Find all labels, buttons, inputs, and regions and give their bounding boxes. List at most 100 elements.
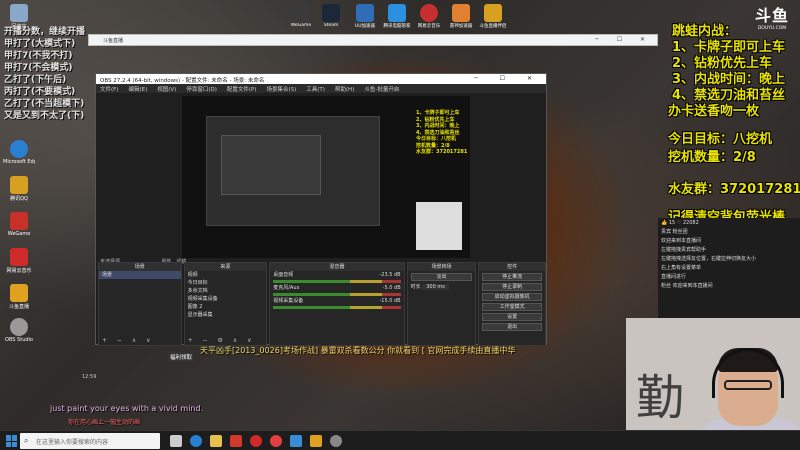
menu-douyu[interactable]: 斗鱼-批量开启: [364, 85, 399, 93]
stream-time: 12:59: [82, 374, 97, 380]
chat-line: 粉丝 欢迎来到本直播间: [661, 283, 713, 289]
desktop-icon-obs[interactable]: OBS Studio: [3, 318, 35, 343]
source-item[interactable]: 图像 2: [185, 303, 267, 311]
wegame-icon[interactable]: [230, 435, 242, 447]
obs-icon[interactable]: [330, 435, 342, 447]
desktop-icon-douyu[interactable]: 斗鱼直播: [3, 284, 35, 310]
qq-icon[interactable]: [290, 435, 302, 447]
controls-panel: 控件 停止推流 停止录制 启动虚拟摄像机 工作室模式 设置 退出: [478, 262, 546, 346]
menu-help[interactable]: 帮助(H): [335, 85, 354, 93]
desktop-icon-top-2[interactable]: Steam: [322, 4, 340, 28]
chat-line: 右上角有设置菜单: [661, 265, 702, 271]
edge-icon[interactable]: [190, 435, 202, 447]
overlay-group: 水友群：372017281: [668, 182, 800, 197]
exit-button[interactable]: 退出: [482, 323, 542, 331]
source-item[interactable]: 显示器采集: [185, 311, 267, 319]
obs-titlebar[interactable]: OBS 27.2.4 (64-bit, windows) - 配置文件: 未命名…: [96, 74, 546, 84]
chat-line: 贵宾 粉丝团: [661, 229, 688, 235]
transition-select[interactable]: 淡出: [410, 273, 473, 281]
preview-webcam: [416, 202, 462, 250]
desktop-icon-recycle-bin[interactable]: 回收站: [3, 4, 35, 30]
transitions-header: 场景转场: [407, 263, 476, 271]
chat-panel: 👍 15 ♡ 22082 贵宾 粉丝团 欢迎来到本直播间 左键拖拽贵宾帮助手 左…: [658, 218, 800, 318]
volume-meter[interactable]: [273, 280, 401, 283]
desktop-icon-netease[interactable]: 网易云音乐: [3, 248, 35, 274]
menu-edit[interactable]: 编辑(E): [128, 85, 147, 93]
folder-icon[interactable]: [210, 435, 222, 447]
edge-icon: [10, 140, 28, 158]
netease-music-icon: [10, 248, 28, 266]
preview-nested-window: [206, 116, 380, 226]
task-view-icon[interactable]: [170, 435, 182, 447]
chat-line: 欢迎来到本直播间: [661, 238, 702, 244]
stop-recording-button[interactable]: 停止录制: [482, 283, 542, 291]
desktop-icon-qq[interactable]: 腾讯QQ: [3, 176, 35, 202]
stop-streaming-button[interactable]: 停止推流: [482, 273, 542, 281]
desktop-icon-edge[interactable]: Microsoft Edge: [3, 140, 35, 165]
menu-scene-collection[interactable]: 场景集合(S): [266, 85, 296, 93]
taskbar: ⌕ 在这里输入你要搜索的内容: [0, 430, 800, 450]
menu-file[interactable]: 文件(F): [100, 85, 118, 93]
chat-line: 左键拖拽选择友位置，右键拉伸切换友大小: [661, 256, 757, 262]
mixer-panel: 混音器 桌面音频 -23.5 dB 麦克风/Aux -5.0 dB 视频采集设备…: [269, 262, 405, 346]
menu-tools[interactable]: 工具(T): [306, 85, 325, 93]
obs-window[interactable]: OBS 27.2.4 (64-bit, windows) - 配置文件: 未命名…: [95, 73, 547, 346]
sources-header: 来源: [184, 263, 267, 271]
obs-icon: [10, 318, 28, 336]
volume-meter[interactable]: [273, 306, 401, 309]
preview-line: 水友群：372017281: [416, 149, 468, 155]
windows-start-icon[interactable]: [6, 435, 18, 447]
channel-name: 视频采集设备: [273, 298, 304, 304]
netease-icon[interactable]: [270, 435, 282, 447]
browser-window[interactable]: 斗鱼直播 ─ ☐ ✕: [88, 34, 658, 46]
duration-row: 时长 300 ms: [408, 283, 476, 291]
douyu-icon: [10, 284, 28, 302]
obs-window-controls[interactable]: ─ ☐ ✕: [474, 75, 542, 82]
source-item[interactable]: 多余文档: [185, 287, 267, 295]
netease-music-icon[interactable]: [250, 435, 262, 447]
desktop-icon-top-7[interactable]: 斗鱼直播伴侣: [480, 4, 507, 29]
sources-toolbar[interactable]: + − ⚙ ∧ ∨: [185, 337, 267, 345]
menu-view[interactable]: 视图(V): [157, 85, 176, 93]
source-item[interactable]: 视频: [185, 271, 267, 279]
settings-button[interactable]: 设置: [482, 313, 542, 321]
volume-meter[interactable]: [273, 293, 401, 296]
mixer-header: 混音器: [270, 263, 404, 271]
desktop-icon-top-4[interactable]: 腾讯电脑管家: [384, 4, 411, 29]
channel-name: 麦克风/Aux: [273, 285, 300, 291]
lyrics-chinese: 你在用心画上一幅生动的画: [68, 419, 141, 426]
channel-db: -23.5 dB: [379, 272, 401, 278]
source-item[interactable]: 视频采集设备: [185, 295, 267, 303]
logo-sub: DOUYU.COM: [757, 26, 787, 31]
obs-preview[interactable]: 1、卡牌子即可上车 2、钻粉优先上车 3、内战时间：晚上 4、禁选刀油和苔丝 今…: [182, 96, 470, 258]
transitions-panel: 场景转场 淡出 时长 300 ms: [406, 262, 477, 346]
virtual-camera-button[interactable]: 启动虚拟摄像机: [482, 293, 542, 301]
chat-line: 左键拖拽贵宾帮助手: [661, 247, 707, 253]
window-controls[interactable]: ─ ☐ ✕: [595, 36, 653, 43]
scene-item[interactable]: 场景: [99, 271, 181, 279]
scenes-toolbar[interactable]: + − ∧ ∨: [99, 337, 181, 345]
desktop-icon-top-5[interactable]: 网易云音乐: [418, 4, 440, 29]
overlay-count: 挖机数量：2/8: [668, 150, 756, 165]
desktop-icon-top-1[interactable]: WeGame: [291, 4, 311, 28]
desktop-icon-top-3[interactable]: UU加速器: [355, 4, 375, 29]
channel-db: -5.0 dB: [382, 285, 401, 291]
studio-mode-button[interactable]: 工作室模式: [482, 303, 542, 311]
mixer-channel: 桌面音频 -23.5 dB: [270, 271, 403, 279]
calligraphy-poster: 勤: [636, 370, 685, 426]
sources-panel: 来源 视频 今日目标 多余文档 视频采集设备 图像 2 显示器采集 + − ⚙ …: [183, 262, 268, 346]
douyu-icon[interactable]: [310, 435, 322, 447]
taskbar-search[interactable]: ⌕ 在这里输入你要搜索的内容: [20, 433, 160, 449]
chat-line: 👍 15 ♡ 22082: [661, 220, 699, 226]
desktop-icon-top-6[interactable]: 雷神加速器: [450, 4, 472, 29]
overlay-goal: 今日目标：八挖机: [668, 132, 773, 147]
source-item[interactable]: 今日目标: [185, 279, 267, 287]
menu-docks[interactable]: 停靠窗口(D): [186, 85, 217, 93]
chat-line: 直播间进行: [661, 274, 687, 280]
overlay-line: 又是又到不太了(下): [4, 111, 85, 121]
duration-input[interactable]: 300 ms: [422, 284, 449, 290]
lyrics-english: just paint your eyes with a vivid mind.: [50, 404, 204, 413]
menu-profile[interactable]: 配置文件(P): [227, 85, 257, 93]
desktop-icon-wegame[interactable]: WeGame: [3, 212, 35, 237]
stream-tag: 福利领取: [168, 352, 195, 362]
